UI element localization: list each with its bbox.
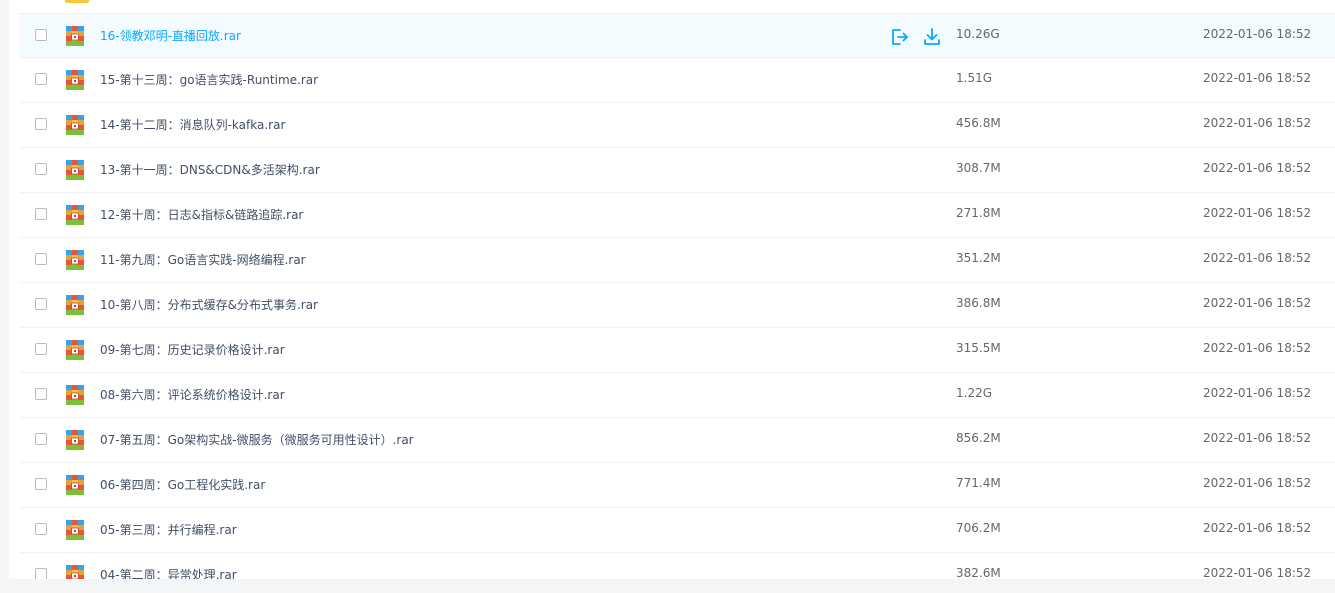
modified-date: 2022-01-06 18:52	[1203, 431, 1312, 445]
row-checkbox[interactable]	[35, 433, 47, 445]
rar-archive-icon	[65, 205, 85, 225]
file-size: 771.4M	[956, 476, 1001, 490]
rar-archive-icon	[65, 565, 85, 579]
row-checkbox[interactable]	[35, 478, 47, 490]
share-out-icon[interactable]	[889, 27, 909, 47]
file-row[interactable]: 11-第九周：Go语言实践-网络编程.rar 351.2M 2022-01-06 1…	[19, 238, 1335, 283]
file-size: 271.8M	[956, 206, 1001, 220]
file-name-link[interactable]: 05-第三周：并行编程.rar	[100, 521, 237, 538]
modified-date: 2022-01-06 18:52	[1203, 161, 1312, 175]
file-name-link[interactable]: 10-第八周：分布式缓存&分布式事务.rar	[100, 296, 318, 313]
file-name-link[interactable]: 15-第十三周：go语言实践-Runtime.rar	[100, 71, 318, 88]
rar-archive-icon	[65, 430, 85, 450]
file-list: 16-领教邓明-直播回放.rar 10.26G 2022-01-06 18:52 15…	[9, 13, 1335, 579]
file-row[interactable]: 10-第八周：分布式缓存&分布式事务.rar 386.8M 2022-01-06 1…	[19, 283, 1335, 328]
file-name-link[interactable]: 04-第二周：异常处理.rar	[100, 566, 237, 579]
file-name-link[interactable]: 08-第六周：评论系统价格设计.rar	[100, 386, 285, 403]
file-row[interactable]: 06-第四周：Go工程化实践.rar 771.4M 2022-01-06 18:52	[19, 463, 1335, 508]
rar-archive-icon	[65, 475, 85, 495]
row-checkbox[interactable]	[35, 163, 47, 175]
rar-archive-icon	[65, 70, 85, 90]
file-row[interactable]: 16-领教邓明-直播回放.rar 10.26G 2022-01-06 18:52	[19, 13, 1335, 58]
modified-date: 2022-01-06 18:52	[1203, 386, 1312, 400]
file-size: 456.8M	[956, 116, 1001, 130]
file-name-link[interactable]: 09-第七周：历史记录价格设计.rar	[100, 341, 285, 358]
file-size: 315.5M	[956, 341, 1001, 355]
row-checkbox[interactable]	[35, 568, 47, 579]
file-row[interactable]: 05-第三周：并行编程.rar 706.2M 2022-01-06 18:52	[19, 508, 1335, 553]
file-row[interactable]: 14-第十二周：消息队列-kafka.rar 456.8M 2022-01-06 1…	[19, 103, 1335, 148]
file-name-link[interactable]: 13-第十一周：DNS&CDN&多活架构.rar	[100, 161, 320, 178]
file-row[interactable]: 04-第二周：异常处理.rar 382.6M 2022-01-06 18:52	[19, 553, 1335, 579]
file-size: 10.26G	[956, 27, 1000, 41]
rar-archive-icon	[65, 385, 85, 405]
file-row[interactable]: 09-第七周：历史记录价格设计.rar 315.5M 2022-01-06 18:5…	[19, 328, 1335, 373]
rar-archive-icon	[65, 295, 85, 315]
rar-archive-icon	[65, 520, 85, 540]
modified-date: 2022-01-06 18:52	[1203, 71, 1312, 85]
file-row[interactable]: 08-第六周：评论系统价格设计.rar 1.22G 2022-01-06 18:52	[19, 373, 1335, 418]
rar-archive-icon	[65, 160, 85, 180]
modified-date: 2022-01-06 18:52	[1203, 206, 1312, 220]
modified-date: 2022-01-06 18:52	[1203, 296, 1312, 310]
file-name-link[interactable]: 11-第九周：Go语言实践-网络编程.rar	[100, 251, 306, 268]
file-size: 706.2M	[956, 521, 1001, 535]
row-checkbox[interactable]	[35, 298, 47, 310]
file-list-panel: 16-领教邓明-直播回放.rar 10.26G 2022-01-06 18:52 15…	[9, 0, 1335, 579]
modified-date: 2022-01-06 18:52	[1203, 566, 1312, 579]
modified-date: 2022-01-06 18:52	[1203, 476, 1312, 490]
download-icon[interactable]	[922, 27, 942, 47]
file-row[interactable]: 12-第十周：日志&指标&链路追踪.rar 271.8M 2022-01-06 18…	[19, 193, 1335, 238]
rar-archive-icon	[65, 26, 85, 46]
file-size: 1.22G	[956, 386, 993, 400]
file-row[interactable]: 15-第十三周：go语言实践-Runtime.rar 1.51G 2022-01-0…	[19, 58, 1335, 103]
file-row[interactable]: 13-第十一周：DNS&CDN&多活架构.rar 308.7M 2022-01-06…	[19, 148, 1335, 193]
file-size: 308.7M	[956, 161, 1001, 175]
row-checkbox[interactable]	[35, 73, 47, 85]
rar-archive-icon	[65, 250, 85, 270]
modified-date: 2022-01-06 18:52	[1203, 341, 1312, 355]
modified-date: 2022-01-06 18:52	[1203, 27, 1312, 41]
file-name-link[interactable]: 14-第十二周：消息队列-kafka.rar	[100, 116, 285, 133]
rar-archive-icon	[65, 115, 85, 135]
modified-date: 2022-01-06 18:52	[1203, 116, 1312, 130]
row-checkbox[interactable]	[35, 253, 47, 265]
file-size: 351.2M	[956, 251, 1001, 265]
folder-icon-partial	[65, 0, 89, 3]
row-checkbox[interactable]	[35, 118, 47, 130]
row-checkbox[interactable]	[35, 523, 47, 535]
file-size: 1.51G	[956, 71, 993, 85]
row-checkbox[interactable]	[35, 388, 47, 400]
file-size: 386.8M	[956, 296, 1001, 310]
row-checkbox[interactable]	[35, 208, 47, 220]
modified-date: 2022-01-06 18:52	[1203, 251, 1312, 265]
file-name-link[interactable]: 12-第十周：日志&指标&链路追踪.rar	[100, 206, 303, 223]
file-name-link[interactable]: 06-第四周：Go工程化实践.rar	[100, 476, 265, 493]
file-row[interactable]: 07-第五周：Go架构实战-微服务（微服务可用性设计）.rar 856.2M 202…	[19, 418, 1335, 463]
modified-date: 2022-01-06 18:52	[1203, 521, 1312, 535]
file-size: 382.6M	[956, 566, 1001, 579]
file-name-link[interactable]: 16-领教邓明-直播回放.rar	[100, 27, 241, 44]
row-checkbox[interactable]	[35, 343, 47, 355]
rar-archive-icon	[65, 340, 85, 360]
file-size: 856.2M	[956, 431, 1001, 445]
row-checkbox[interactable]	[35, 29, 47, 41]
file-name-link[interactable]: 07-第五周：Go架构实战-微服务（微服务可用性设计）.rar	[100, 431, 414, 448]
